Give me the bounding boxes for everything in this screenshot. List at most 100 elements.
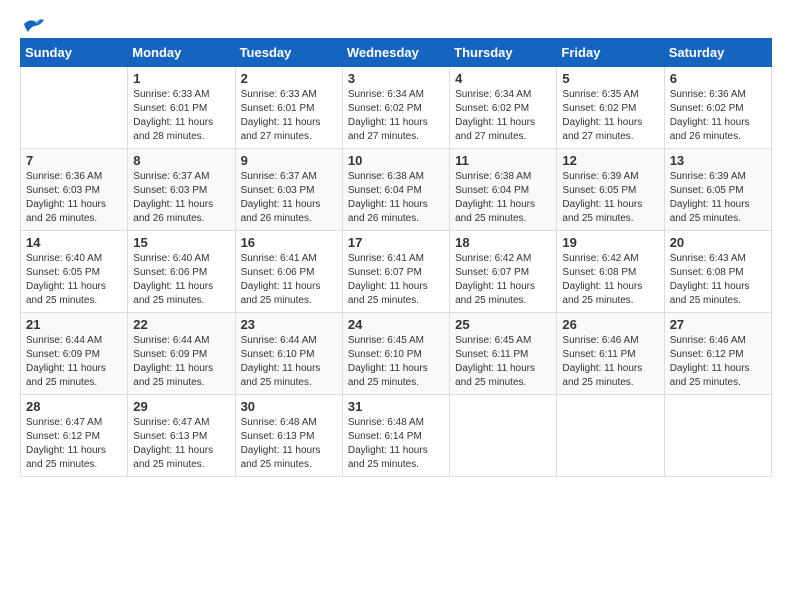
day-number: 8 xyxy=(133,153,229,168)
calendar-cell: 12 Sunrise: 6:39 AM Sunset: 6:05 PM Dayli… xyxy=(557,149,664,231)
day-number: 28 xyxy=(26,399,122,414)
calendar-cell: 4 Sunrise: 6:34 AM Sunset: 6:02 PM Daylig… xyxy=(450,67,557,149)
day-info: Sunrise: 6:40 AM Sunset: 6:06 PM Dayligh… xyxy=(133,252,229,308)
calendar-cell xyxy=(664,395,771,477)
day-number: 5 xyxy=(562,71,658,86)
logo-bird-icon xyxy=(22,16,44,34)
day-info: Sunrise: 6:44 AM Sunset: 6:09 PM Dayligh… xyxy=(26,334,122,390)
day-number: 17 xyxy=(348,235,444,250)
day-number: 27 xyxy=(670,317,766,332)
day-number: 30 xyxy=(241,399,337,414)
day-info: Sunrise: 6:45 AM Sunset: 6:10 PM Dayligh… xyxy=(348,334,444,390)
calendar-cell: 23 Sunrise: 6:44 AM Sunset: 6:10 PM Dayli… xyxy=(235,313,342,395)
day-info: Sunrise: 6:34 AM Sunset: 6:02 PM Dayligh… xyxy=(348,88,444,144)
day-info: Sunrise: 6:37 AM Sunset: 6:03 PM Dayligh… xyxy=(133,170,229,226)
day-number: 4 xyxy=(455,71,551,86)
day-info: Sunrise: 6:33 AM Sunset: 6:01 PM Dayligh… xyxy=(133,88,229,144)
day-number: 6 xyxy=(670,71,766,86)
calendar-cell: 29Sunrise: 6:47 AM Sunset: 6:13 PM Dayli… xyxy=(128,395,235,477)
day-info: Sunrise: 6:33 AM Sunset: 6:01 PM Dayligh… xyxy=(241,88,337,144)
calendar-cell: 30 Sunrise: 6:48 AM Sunset: 6:13 PM Dayli… xyxy=(235,395,342,477)
day-number: 22 xyxy=(133,317,229,332)
calendar-cell: 20 Sunrise: 6:43 AM Sunset: 6:08 PM Dayli… xyxy=(664,231,771,313)
day-number: 1 xyxy=(133,71,229,86)
day-number: 10 xyxy=(348,153,444,168)
day-info: Sunrise: 6:45 AM Sunset: 6:11 PM Dayligh… xyxy=(455,334,551,390)
day-info: Sunrise: 6:41 AM Sunset: 6:06 PM Dayligh… xyxy=(241,252,337,308)
day-number: 19 xyxy=(562,235,658,250)
day-info: Sunrise: 6:46 AM Sunset: 6:11 PM Dayligh… xyxy=(562,334,658,390)
day-info: Sunrise: 6:37 AM Sunset: 6:03 PM Dayligh… xyxy=(241,170,337,226)
calendar-cell: 2 Sunrise: 6:33 AM Sunset: 6:01 PM Daylig… xyxy=(235,67,342,149)
day-info: Sunrise: 6:38 AM Sunset: 6:04 PM Dayligh… xyxy=(455,170,551,226)
calendar-cell xyxy=(450,395,557,477)
day-number: 2 xyxy=(241,71,337,86)
calendar-cell: 26Sunrise: 6:46 AM Sunset: 6:11 PM Dayli… xyxy=(557,313,664,395)
day-number: 7 xyxy=(26,153,122,168)
calendar-cell: 19Sunrise: 6:42 AM Sunset: 6:08 PM Dayli… xyxy=(557,231,664,313)
day-number: 25 xyxy=(455,317,551,332)
day-number: 20 xyxy=(670,235,766,250)
calendar-cell: 27 Sunrise: 6:46 AM Sunset: 6:12 PM Dayli… xyxy=(664,313,771,395)
day-number: 31 xyxy=(348,399,444,414)
calendar-cell: 17 Sunrise: 6:41 AM Sunset: 6:07 PM Dayli… xyxy=(342,231,449,313)
day-info: Sunrise: 6:41 AM Sunset: 6:07 PM Dayligh… xyxy=(348,252,444,308)
week-row-3: 14 Sunrise: 6:40 AM Sunset: 6:05 PM Dayli… xyxy=(21,231,772,313)
day-number: 3 xyxy=(348,71,444,86)
calendar-cell: 7Sunrise: 6:36 AM Sunset: 6:03 PM Daylig… xyxy=(21,149,128,231)
page-header xyxy=(20,20,772,28)
header-tuesday: Tuesday xyxy=(235,39,342,67)
day-number: 16 xyxy=(241,235,337,250)
calendar-cell: 1 Sunrise: 6:33 AM Sunset: 6:01 PM Daylig… xyxy=(128,67,235,149)
logo xyxy=(20,20,44,28)
calendar-cell: 24 Sunrise: 6:45 AM Sunset: 6:10 PM Dayli… xyxy=(342,313,449,395)
calendar-cell: 25 Sunrise: 6:45 AM Sunset: 6:11 PM Dayli… xyxy=(450,313,557,395)
header-monday: Monday xyxy=(128,39,235,67)
calendar-cell: 21Sunrise: 6:44 AM Sunset: 6:09 PM Dayli… xyxy=(21,313,128,395)
day-info: Sunrise: 6:35 AM Sunset: 6:02 PM Dayligh… xyxy=(562,88,658,144)
day-info: Sunrise: 6:38 AM Sunset: 6:04 PM Dayligh… xyxy=(348,170,444,226)
day-number: 24 xyxy=(348,317,444,332)
day-number: 13 xyxy=(670,153,766,168)
week-row-2: 7Sunrise: 6:36 AM Sunset: 6:03 PM Daylig… xyxy=(21,149,772,231)
day-number: 12 xyxy=(562,153,658,168)
calendar-cell: 8 Sunrise: 6:37 AM Sunset: 6:03 PM Daylig… xyxy=(128,149,235,231)
day-info: Sunrise: 6:36 AM Sunset: 6:02 PM Dayligh… xyxy=(670,88,766,144)
day-info: Sunrise: 6:39 AM Sunset: 6:05 PM Dayligh… xyxy=(562,170,658,226)
calendar-cell: 9 Sunrise: 6:37 AM Sunset: 6:03 PM Daylig… xyxy=(235,149,342,231)
calendar-cell: 11 Sunrise: 6:38 AM Sunset: 6:04 PM Dayli… xyxy=(450,149,557,231)
calendar-cell: 10 Sunrise: 6:38 AM Sunset: 6:04 PM Dayli… xyxy=(342,149,449,231)
day-number: 14 xyxy=(26,235,122,250)
calendar-cell: 14 Sunrise: 6:40 AM Sunset: 6:05 PM Dayli… xyxy=(21,231,128,313)
header-friday: Friday xyxy=(557,39,664,67)
day-info: Sunrise: 6:48 AM Sunset: 6:13 PM Dayligh… xyxy=(241,416,337,472)
calendar-cell: 15Sunrise: 6:40 AM Sunset: 6:06 PM Dayli… xyxy=(128,231,235,313)
day-number: 23 xyxy=(241,317,337,332)
day-info: Sunrise: 6:34 AM Sunset: 6:02 PM Dayligh… xyxy=(455,88,551,144)
calendar-cell xyxy=(557,395,664,477)
header-saturday: Saturday xyxy=(664,39,771,67)
calendar-cell: 22 Sunrise: 6:44 AM Sunset: 6:09 PM Dayli… xyxy=(128,313,235,395)
day-number: 11 xyxy=(455,153,551,168)
calendar-cell: 13 Sunrise: 6:39 AM Sunset: 6:05 PM Dayli… xyxy=(664,149,771,231)
day-info: Sunrise: 6:39 AM Sunset: 6:05 PM Dayligh… xyxy=(670,170,766,226)
day-info: Sunrise: 6:46 AM Sunset: 6:12 PM Dayligh… xyxy=(670,334,766,390)
day-info: Sunrise: 6:44 AM Sunset: 6:10 PM Dayligh… xyxy=(241,334,337,390)
header-sunday: Sunday xyxy=(21,39,128,67)
header-thursday: Thursday xyxy=(450,39,557,67)
day-info: Sunrise: 6:43 AM Sunset: 6:08 PM Dayligh… xyxy=(670,252,766,308)
day-info: Sunrise: 6:47 AM Sunset: 6:13 PM Dayligh… xyxy=(133,416,229,472)
week-row-1: 1 Sunrise: 6:33 AM Sunset: 6:01 PM Daylig… xyxy=(21,67,772,149)
calendar-cell xyxy=(21,67,128,149)
day-info: Sunrise: 6:44 AM Sunset: 6:09 PM Dayligh… xyxy=(133,334,229,390)
calendar-cell: 16 Sunrise: 6:41 AM Sunset: 6:06 PM Dayli… xyxy=(235,231,342,313)
header-wednesday: Wednesday xyxy=(342,39,449,67)
day-number: 18 xyxy=(455,235,551,250)
day-info: Sunrise: 6:40 AM Sunset: 6:05 PM Dayligh… xyxy=(26,252,122,308)
day-info: Sunrise: 6:47 AM Sunset: 6:12 PM Dayligh… xyxy=(26,416,122,472)
calendar-cell: 31Sunrise: 6:48 AM Sunset: 6:14 PM Dayli… xyxy=(342,395,449,477)
week-row-5: 28 Sunrise: 6:47 AM Sunset: 6:12 PM Dayli… xyxy=(21,395,772,477)
day-number: 9 xyxy=(241,153,337,168)
week-row-4: 21Sunrise: 6:44 AM Sunset: 6:09 PM Dayli… xyxy=(21,313,772,395)
calendar-table: SundayMondayTuesdayWednesdayThursdayFrid… xyxy=(20,38,772,477)
